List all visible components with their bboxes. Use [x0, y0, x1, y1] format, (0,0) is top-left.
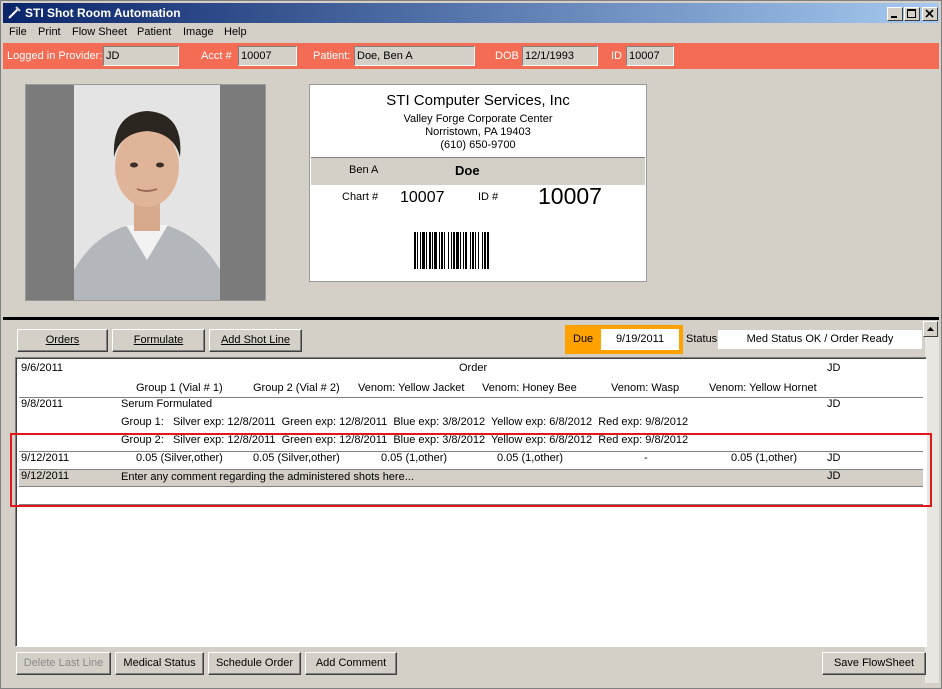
formulated-date: 9/8/2011 — [21, 398, 64, 410]
menu-file[interactable]: File — [9, 26, 27, 38]
card-id-number: 10007 — [538, 183, 602, 209]
formulated-title: Serum Formulated — [121, 398, 213, 410]
patient-photo[interactable] — [74, 85, 220, 300]
patient-info-bar: Logged in Provider: JD Acct # 10007 Pati… — [3, 43, 939, 69]
add-shot-line-label: Add Shot Line — [220, 334, 291, 346]
patient-label: Patient: — [313, 50, 351, 62]
add-shot-line-button[interactable]: Add Shot Line — [209, 329, 302, 352]
window-title: STI Shot Room Automation — [25, 6, 181, 20]
formulate-button[interactable]: Formulate — [112, 329, 205, 352]
status-label: Status — [686, 333, 718, 345]
save-flowsheet-button[interactable]: Save FlowSheet — [822, 652, 926, 675]
title-bar: STI Shot Room Automation — [3, 3, 939, 23]
app-icon — [8, 6, 21, 19]
card-last-name: Doe — [455, 163, 480, 178]
minimize-icon — [891, 16, 897, 18]
highlight-box — [10, 433, 932, 507]
maximize-button[interactable] — [904, 7, 920, 21]
minimize-button[interactable] — [887, 7, 903, 21]
delete-last-line-button[interactable]: Delete Last Line — [16, 652, 111, 675]
barcode — [414, 232, 489, 269]
card-id-label: ID # — [478, 191, 499, 203]
company-name: STI Computer Services, Inc — [386, 92, 570, 109]
order-user: JD — [827, 362, 841, 374]
patient-id-card: STI Computer Services, Inc Valley Forge … — [309, 84, 647, 282]
order-row[interactable]: 9/6/2011 Order JD Group 1 (Vial # 1) Gro… — [19, 360, 923, 398]
scrollbar-track[interactable] — [925, 337, 939, 683]
section-divider — [3, 317, 939, 320]
header-wasp: Venom: Wasp — [611, 382, 680, 394]
order-date: 9/6/2011 — [21, 362, 64, 374]
id-field[interactable]: 10007 — [626, 46, 674, 66]
main-window: STI Shot Room Automation File Print Flow… — [0, 0, 942, 689]
medical-status-button[interactable]: Medical Status — [115, 652, 204, 675]
provider-label: Logged in Provider: — [7, 50, 103, 62]
status-field: Med Status OK / Order Ready — [717, 329, 923, 350]
dob-label: DOB — [495, 50, 519, 62]
order-title: Order — [459, 362, 488, 374]
due-label: Due — [573, 333, 594, 345]
menu-bar: File Print Flow Sheet Patient Image Help — [3, 23, 939, 43]
menu-help[interactable]: Help — [224, 26, 247, 38]
close-button[interactable] — [922, 7, 938, 21]
company-address-1: Valley Forge Corporate Center — [403, 113, 553, 125]
dob-field[interactable]: 12/1/1993 — [522, 46, 598, 66]
orders-button[interactable]: Orders — [17, 329, 108, 352]
add-comment-button[interactable]: Add Comment — [305, 652, 397, 675]
header-group-2: Group 2 (Vial # 2) — [253, 382, 340, 394]
acct-label: Acct # — [201, 50, 232, 62]
acct-field[interactable]: 10007 — [238, 46, 297, 66]
menu-patient[interactable]: Patient — [137, 26, 171, 38]
header-yellow-hornet: Venom: Yellow Hornet — [709, 382, 817, 394]
name-band: Ben A Doe — [311, 157, 645, 185]
formulate-button-label: Formulate — [133, 334, 184, 346]
formulated-row[interactable]: 9/8/2011 Serum Formulated JD Group 1: Si… — [19, 398, 923, 434]
card-first-name: Ben A — [349, 164, 379, 176]
close-icon — [925, 9, 934, 18]
company-address-2: Norristown, PA 19403 — [425, 126, 531, 138]
due-date-box: Due 9/19/2011 — [565, 325, 683, 354]
header-honey-bee: Venom: Honey Bee — [482, 382, 577, 394]
person-icon — [74, 85, 220, 300]
menu-flow-sheet[interactable]: Flow Sheet — [72, 26, 127, 38]
menu-image[interactable]: Image — [183, 26, 214, 38]
patient-field[interactable]: Doe, Ben A — [354, 46, 475, 66]
group-1-expirations: Group 1: Silver exp: 12/8/2011 Green exp… — [121, 416, 689, 428]
company-phone: (610) 650-9700 — [440, 139, 516, 151]
formulated-user: JD — [827, 398, 841, 410]
schedule-order-button[interactable]: Schedule Order — [208, 652, 301, 675]
provider-field[interactable]: JD — [103, 46, 179, 66]
scroll-up-button[interactable] — [923, 321, 938, 337]
menu-print[interactable]: Print — [38, 26, 61, 38]
due-date-field[interactable]: 9/19/2011 — [601, 329, 679, 350]
maximize-icon — [907, 9, 916, 18]
header-group-1: Group 1 (Vial # 1) — [136, 382, 223, 394]
header-yellow-jacket: Venom: Yellow Jacket — [358, 382, 465, 394]
patient-photo-frame — [25, 84, 266, 301]
id-label: ID — [611, 50, 622, 62]
orders-button-label: Orders — [45, 334, 80, 346]
chart-label: Chart # — [342, 191, 379, 203]
arrow-up-icon — [927, 327, 934, 331]
chart-number: 10007 — [400, 189, 445, 206]
